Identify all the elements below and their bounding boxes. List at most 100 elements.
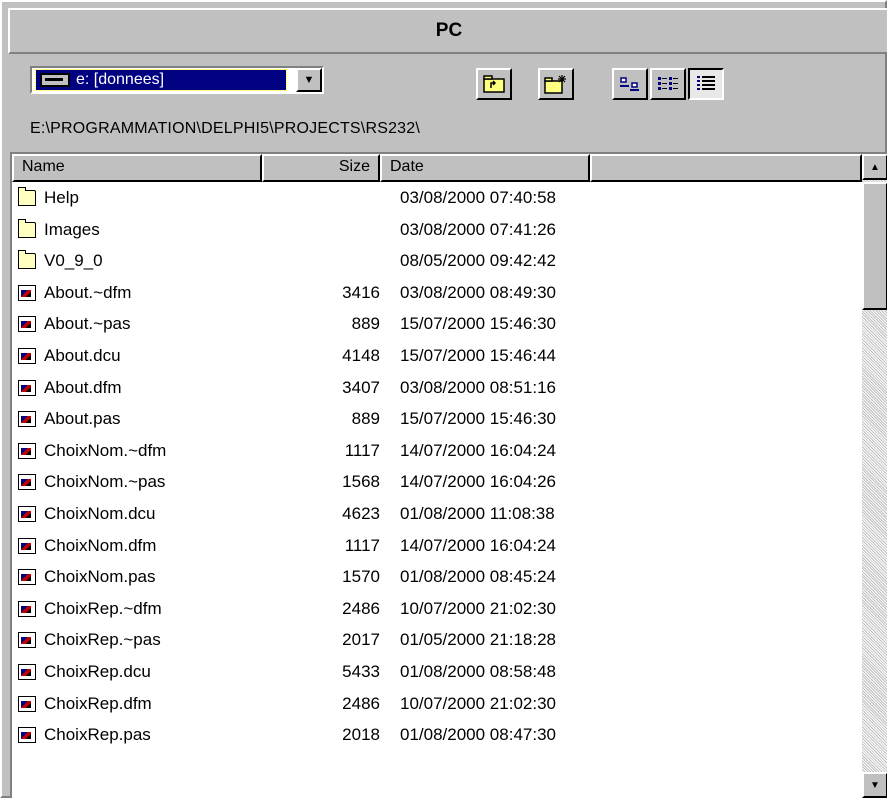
- column-size[interactable]: Size: [262, 154, 380, 182]
- file-size: 1117: [344, 535, 380, 555]
- file-date: 14/07/2000 16:04:24: [400, 440, 556, 460]
- file-name: Help: [44, 188, 79, 207]
- file-date: 15/07/2000 15:46:44: [400, 346, 556, 365]
- file-icon: [18, 411, 36, 428]
- file-list[interactable]: Name Size Date Help 03/08/2000 07:40:58 Im…: [10, 152, 887, 798]
- table-row[interactable]: V0_9_0 08/05/2000 09:42:42: [12, 247, 862, 277]
- file-icon: [18, 379, 36, 396]
- file-name: ChoixRep.~pas: [44, 630, 161, 650]
- table-row[interactable]: ChoixRep.~dfm 2486 10/07/2000 21:02:30: [12, 595, 862, 625]
- file-icon: [18, 664, 36, 680]
- file-date: 01/08/2000 08:47:30: [400, 725, 556, 745]
- drive-label: e: [donnees]: [76, 71, 165, 88]
- file-date: 03/08/2000 07:41:26: [400, 219, 556, 239]
- column-date[interactable]: Date: [380, 154, 590, 182]
- file-size: 3416: [342, 282, 380, 302]
- list-view-button[interactable]: [650, 68, 686, 100]
- file-icon: [18, 600, 36, 617]
- table-row[interactable]: ChoixRep.dcu 5433 01/08/2000 08:58:48: [12, 658, 862, 688]
- file-name: About.pas: [44, 409, 121, 429]
- scroll-thumb[interactable]: [862, 182, 887, 310]
- file-date: 10/07/2000 21:02:30: [400, 693, 556, 713]
- file-name: ChoixNom.dfm: [44, 535, 157, 555]
- file-size: 889: [351, 409, 380, 429]
- table-row[interactable]: Help 03/08/2000 07:40:58: [12, 184, 862, 214]
- arrow-down-icon: ▼: [870, 779, 880, 791]
- file-date: 03/08/2000 08:51:16: [400, 377, 556, 397]
- file-date: 03/08/2000 08:49:30: [400, 282, 556, 302]
- file-date: 10/07/2000 21:02:30: [400, 598, 556, 618]
- column-name[interactable]: Name: [12, 154, 262, 182]
- file-icon: [18, 506, 36, 522]
- details-view-button[interactable]: [688, 68, 724, 100]
- file-size: 1568: [342, 472, 380, 492]
- new-folder-button[interactable]: [538, 68, 574, 100]
- file-icon: [18, 537, 36, 554]
- file-size: 1117: [344, 440, 380, 460]
- table-row[interactable]: ChoixNom.~dfm 1117 14/07/2000 16:04:24: [12, 437, 862, 467]
- drive-icon: [40, 73, 70, 87]
- file-icon: [18, 474, 36, 491]
- file-icon: [18, 695, 36, 712]
- file-date: 15/07/2000 15:46:30: [400, 409, 556, 429]
- file-date: 01/08/2000 08:45:24: [400, 567, 556, 587]
- column-header: Name Size Date: [12, 154, 862, 182]
- new-folder-icon: [544, 75, 566, 94]
- file-date: 01/08/2000 11:08:38: [400, 504, 555, 523]
- file-icon: [18, 442, 36, 459]
- table-row[interactable]: ChoixRep.~pas 2017 01/05/2000 21:18:28: [12, 626, 862, 656]
- file-size: 4148: [342, 346, 380, 365]
- file-size: 5433: [342, 662, 380, 681]
- table-row[interactable]: About.~pas 889 15/07/2000 15:46:30: [12, 310, 862, 340]
- table-row[interactable]: ChoixNom.~pas 1568 14/07/2000 16:04:26: [12, 468, 862, 498]
- table-row[interactable]: ChoixRep.dfm 2486 10/07/2000 21:02:30: [12, 690, 862, 720]
- scroll-down-button[interactable]: ▼: [862, 772, 887, 798]
- file-name: ChoixRep.dcu: [44, 662, 151, 681]
- up-folder-icon: [483, 75, 505, 93]
- file-name: ChoixRep.pas: [44, 725, 151, 745]
- folder-icon: [18, 250, 36, 270]
- table-row[interactable]: ChoixNom.dfm 1117 14/07/2000 16:04:24: [12, 532, 862, 562]
- vertical-scrollbar[interactable]: ▲ ▼: [862, 154, 887, 798]
- file-name: ChoixNom.~pas: [44, 472, 166, 492]
- file-name: ChoixNom.~dfm: [44, 440, 167, 460]
- table-row[interactable]: About.~dfm 3416 03/08/2000 08:49:30: [12, 279, 862, 309]
- drive-selection[interactable]: e: [donnees]: [35, 69, 287, 91]
- folder-icon: [18, 218, 36, 238]
- table-row[interactable]: About.pas 889 15/07/2000 15:46:30: [12, 405, 862, 435]
- file-name: ChoixRep.dfm: [44, 693, 152, 713]
- list-view-icon: [658, 77, 678, 90]
- large-icons-view-button[interactable]: [612, 68, 648, 100]
- file-name: About.~dfm: [44, 282, 132, 302]
- table-row[interactable]: About.dfm 3407 03/08/2000 08:51:16: [12, 374, 862, 404]
- file-icon: [18, 727, 36, 744]
- file-size: 3407: [342, 377, 380, 397]
- drive-dropdown-button[interactable]: ▼: [296, 68, 322, 92]
- drive-combobox[interactable]: e: [donnees] ▼: [30, 66, 324, 94]
- file-name: ChoixNom.pas: [44, 567, 156, 587]
- table-row[interactable]: Images 03/08/2000 07:41:26: [12, 216, 862, 246]
- table-row[interactable]: ChoixRep.pas 2018 01/08/2000 08:47:30: [12, 721, 862, 751]
- parent-folder-button[interactable]: [476, 68, 512, 100]
- file-date: 14/07/2000 16:04:26: [400, 472, 556, 492]
- file-icon: [18, 348, 36, 364]
- file-size: 2017: [342, 630, 380, 650]
- file-name: Images: [44, 219, 100, 239]
- file-icon: [18, 569, 36, 586]
- scroll-up-button[interactable]: ▲: [862, 154, 887, 180]
- file-name: ChoixNom.dcu: [44, 504, 156, 523]
- file-size: 2486: [342, 598, 380, 618]
- table-row[interactable]: ChoixNom.dcu 4623 01/08/2000 11:08:38: [12, 500, 862, 530]
- chevron-down-icon: ▼: [303, 74, 315, 86]
- table-row[interactable]: About.dcu 4148 15/07/2000 15:46:44: [12, 342, 862, 372]
- panel-title: PC: [8, 8, 887, 54]
- file-name: About.~pas: [44, 314, 131, 334]
- file-date: 15/07/2000 15:46:30: [400, 314, 556, 334]
- column-extra[interactable]: [590, 154, 862, 182]
- file-date: 01/05/2000 21:18:28: [400, 630, 556, 650]
- table-row[interactable]: ChoixNom.pas 1570 01/08/2000 08:45:24: [12, 563, 862, 593]
- arrow-up-icon: ▲: [870, 161, 880, 173]
- large-icons-icon: [620, 77, 639, 91]
- file-name: V0_9_0: [44, 251, 103, 271]
- file-size: 1570: [342, 567, 380, 587]
